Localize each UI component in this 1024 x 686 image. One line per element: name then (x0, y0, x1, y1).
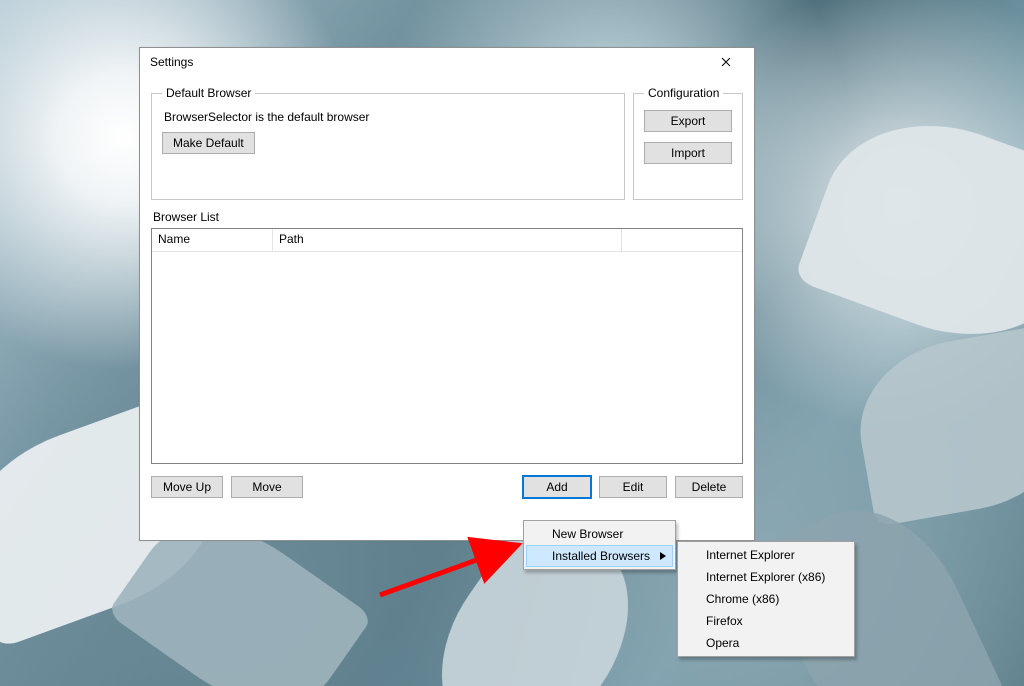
menu-item-label: Chrome (x86) (706, 592, 779, 606)
menu-item-label: Firefox (706, 614, 743, 628)
submenu-item-internet-explorer-x86[interactable]: Internet Explorer (x86) (680, 566, 852, 588)
menu-item-label: New Browser (552, 527, 623, 541)
menu-item-label: Internet Explorer (x86) (706, 570, 825, 584)
listview-header: Name Path (152, 229, 742, 252)
export-button[interactable]: Export (644, 110, 732, 132)
make-default-button[interactable]: Make Default (162, 132, 255, 154)
submenu-item-chrome-x86[interactable]: Chrome (x86) (680, 588, 852, 610)
edit-button[interactable]: Edit (599, 476, 667, 498)
list-buttons-row: Move Up Move Add Edit Delete (151, 476, 743, 498)
decorative-leaf (847, 323, 1024, 527)
group-default-browser-legend: Default Browser (162, 86, 255, 100)
import-button[interactable]: Import (644, 142, 732, 164)
client-area: Default Browser BrowserSelector is the d… (148, 78, 746, 532)
browser-listview[interactable]: Name Path (151, 228, 743, 464)
menu-item-new-browser[interactable]: New Browser (526, 523, 673, 545)
settings-window: Settings Default Browser BrowserSelector… (139, 47, 755, 541)
group-configuration-legend: Configuration (644, 86, 723, 100)
decorative-leaf (794, 92, 1024, 369)
delete-button[interactable]: Delete (675, 476, 743, 498)
menu-item-label: Internet Explorer (706, 548, 795, 562)
add-context-menu: New Browser Installed Browsers (523, 520, 676, 570)
menu-item-label: Opera (706, 636, 739, 650)
add-button[interactable]: Add (523, 476, 591, 498)
column-header-path[interactable]: Path (273, 229, 622, 251)
desktop-wallpaper: Settings Default Browser BrowserSelector… (0, 0, 1024, 686)
titlebar[interactable]: Settings (140, 48, 754, 76)
group-browser-list: Browser List Name Path Move Up Move Add … (151, 210, 743, 526)
spacer (311, 476, 515, 498)
listview-body[interactable] (152, 252, 742, 462)
move-down-button[interactable]: Move (231, 476, 303, 498)
menu-item-label: Installed Browsers (552, 549, 650, 563)
submenu-item-internet-explorer[interactable]: Internet Explorer (680, 544, 852, 566)
group-default-browser: Default Browser BrowserSelector is the d… (151, 86, 625, 200)
submenu-item-opera[interactable]: Opera (680, 632, 852, 654)
column-header-spacer (622, 229, 742, 251)
close-button[interactable] (704, 52, 748, 72)
move-up-button[interactable]: Move Up (151, 476, 223, 498)
group-configuration: Configuration Export Import (633, 86, 743, 200)
submenu-item-firefox[interactable]: Firefox (680, 610, 852, 632)
close-icon (721, 57, 731, 67)
submenu-arrow-icon (660, 549, 666, 563)
group-browser-list-legend: Browser List (153, 210, 743, 224)
default-browser-status: BrowserSelector is the default browser (164, 110, 612, 124)
column-header-name[interactable]: Name (152, 229, 273, 251)
installed-browsers-submenu: Internet Explorer Internet Explorer (x86… (677, 541, 855, 657)
menu-item-installed-browsers[interactable]: Installed Browsers (526, 545, 673, 567)
window-title: Settings (150, 55, 193, 69)
